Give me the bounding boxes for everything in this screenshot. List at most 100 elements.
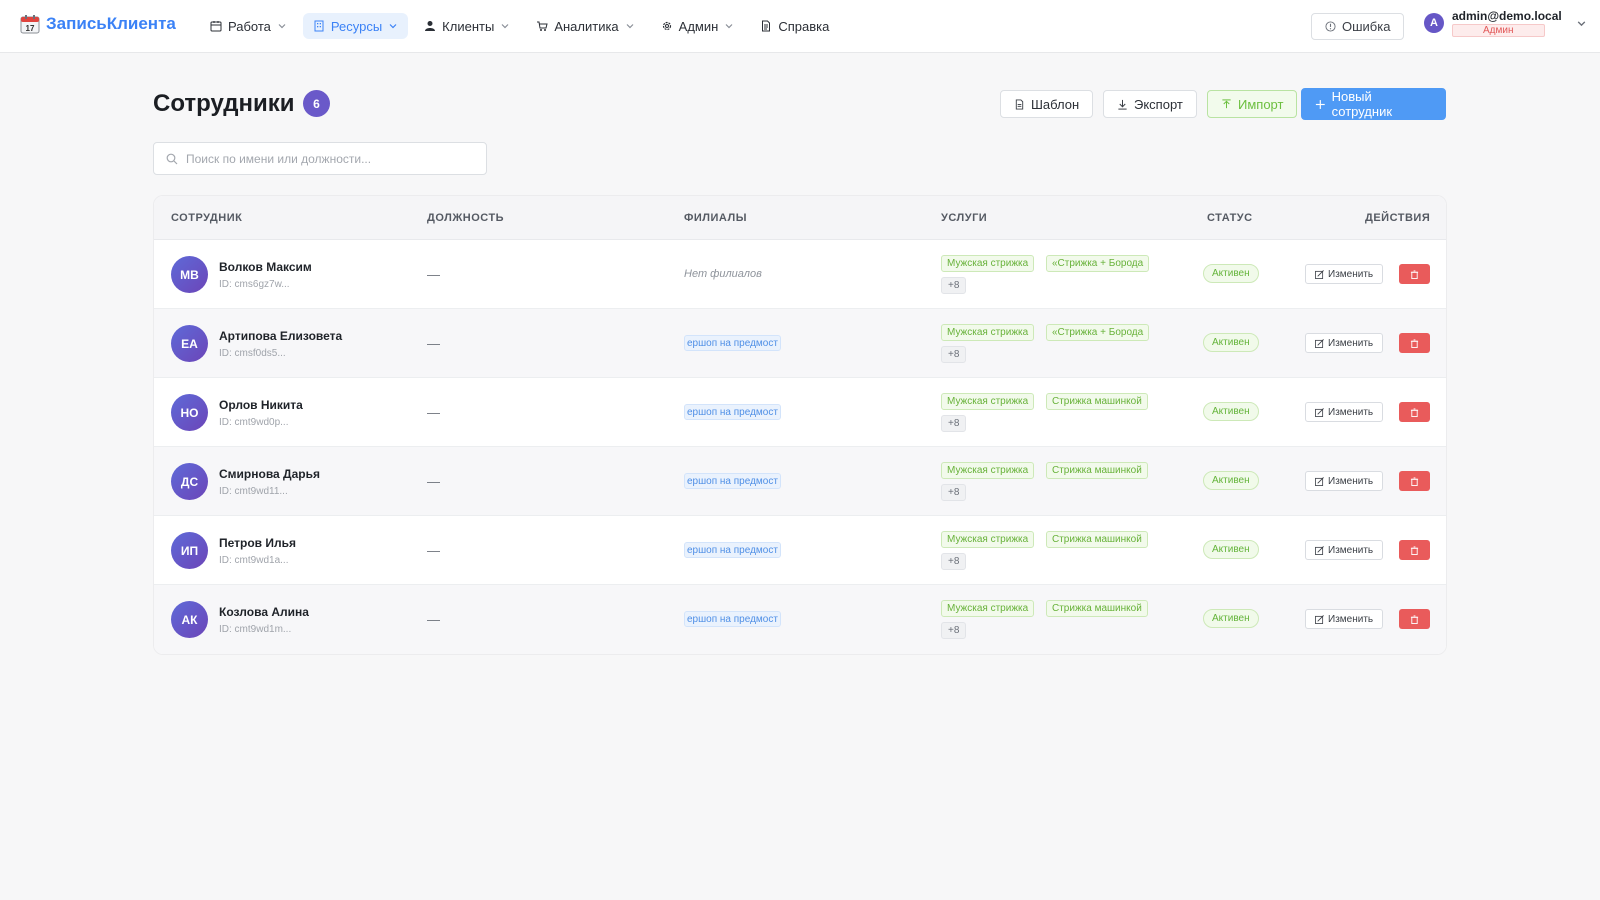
employee-position: —: [427, 267, 440, 282]
branch-tag: ершоп на предмост: [684, 473, 781, 489]
table-row[interactable]: АК Козлова Алина ID: cmt9wd1m... — ершоп…: [154, 585, 1446, 654]
chevron-down-icon: [626, 24, 634, 29]
search-box[interactable]: [153, 142, 487, 175]
nav-item-resources[interactable]: Ресурсы: [302, 13, 409, 39]
template-button[interactable]: Шаблон: [1000, 90, 1094, 118]
table-row[interactable]: ДС Смирнова Дарья ID: cmt9wd11... — ершо…: [154, 447, 1446, 516]
nav-item-label: Клиенты: [442, 18, 495, 34]
delete-button[interactable]: [1399, 609, 1430, 629]
column-header-actions: ДЕЙСТВИЯ: [1365, 212, 1431, 224]
employee-position: —: [427, 336, 440, 351]
user-role-badge: Админ: [1452, 24, 1545, 37]
edit-button[interactable]: Изменить: [1305, 540, 1384, 560]
employee-id: ID: cmt9wd11...: [219, 486, 288, 497]
table-row[interactable]: МВ Волков Максим ID: cms6gz7w... — Нет ф…: [154, 240, 1446, 309]
gear-icon: [662, 21, 671, 31]
service-tag: Мужская стрижка: [941, 600, 1035, 617]
nav-item-label: Аналитика: [554, 18, 619, 34]
trash-icon: [1410, 545, 1419, 555]
column-header-services[interactable]: УСЛУГИ: [941, 212, 987, 224]
edit-button[interactable]: Изменить: [1305, 402, 1384, 422]
services-more-badge[interactable]: +8: [941, 346, 967, 363]
employee-position: —: [427, 543, 440, 558]
branch-tag: ершоп на предмост: [684, 542, 781, 558]
document-icon: [762, 20, 771, 32]
avatar: НО: [171, 394, 208, 431]
search-icon: [166, 153, 178, 164]
nav-item-admin[interactable]: Админ: [651, 13, 745, 39]
nav-item-label: Ресурсы: [330, 18, 383, 34]
column-header-employee[interactable]: СОТРУДНИК: [171, 212, 242, 224]
nav-item-work[interactable]: Работа: [200, 13, 297, 39]
delete-button[interactable]: [1399, 264, 1430, 284]
column-header-position[interactable]: ДОЛЖНОСТЬ: [427, 212, 504, 224]
employee-name: Козлова Алина: [219, 605, 309, 619]
template-button-label: Шаблон: [1031, 96, 1080, 112]
delete-button[interactable]: [1399, 402, 1430, 422]
services-more-badge[interactable]: +8: [941, 277, 967, 294]
employees-table: СОТРУДНИК ДОЛЖНОСТЬ ФИЛИАЛЫ УСЛУГИ СТАТУ…: [153, 195, 1447, 655]
table-row[interactable]: ЕА Артипова Елизовета ID: cmsf0ds5... — …: [154, 309, 1446, 378]
edit-icon: [1315, 269, 1324, 279]
user-menu[interactable]: A admin@demo.local Админ: [1424, 9, 1587, 37]
edit-icon: [1315, 614, 1324, 624]
employee-id: ID: cmsf0ds5...: [219, 348, 286, 359]
alert-circle-icon: [1325, 21, 1336, 32]
avatar: ИП: [171, 532, 208, 569]
nav-item-analytics[interactable]: Аналитика: [526, 13, 644, 39]
edit-button[interactable]: Изменить: [1305, 333, 1384, 353]
branch-tag: ершоп на предмост: [684, 404, 781, 420]
status-badge: Активен: [1203, 540, 1259, 559]
main-nav: Работа Ресурсы Клиенты Аналитика Админ С…: [200, 13, 839, 39]
top-navbar: 17 ЗаписьКлиента Работа Ресурсы Клиенты …: [0, 0, 1600, 53]
service-tag: Стрижка машинкой: [1046, 393, 1148, 410]
avatar: МВ: [171, 256, 208, 293]
nav-item-help[interactable]: Справка: [750, 13, 839, 39]
export-button[interactable]: Экспорт: [1103, 90, 1197, 118]
plus-icon: [1315, 99, 1325, 109]
service-tag: Мужская стрижка: [941, 324, 1035, 341]
table-row[interactable]: ИП Петров Илья ID: cmt9wd1a... — ершоп н…: [154, 516, 1446, 585]
service-tag: Стрижка машинкой: [1046, 600, 1148, 617]
employee-name: Волков Максим: [219, 260, 312, 274]
delete-button[interactable]: [1399, 540, 1430, 560]
import-button[interactable]: Импорт: [1207, 90, 1298, 118]
table-row[interactable]: НО Орлов Никита ID: cmt9wd0p... — ершоп …: [154, 378, 1446, 447]
services-more-badge[interactable]: +8: [941, 415, 967, 432]
calendar-icon: [210, 21, 222, 32]
chevron-down-icon: [389, 24, 397, 29]
edit-button[interactable]: Изменить: [1305, 609, 1384, 629]
services-more-badge[interactable]: +8: [941, 622, 967, 639]
cart-icon: [537, 21, 548, 31]
search-input[interactable]: [186, 151, 476, 166]
edit-button[interactable]: Изменить: [1305, 264, 1384, 284]
employee-position: —: [427, 612, 440, 627]
delete-button[interactable]: [1399, 471, 1430, 491]
employee-id: ID: cmt9wd0p...: [219, 417, 289, 428]
edit-button-label: Изменить: [1328, 613, 1374, 625]
service-tag: «Стрижка + Борода: [1046, 255, 1150, 272]
error-button[interactable]: Ошибка: [1311, 13, 1405, 40]
trash-icon: [1410, 269, 1419, 279]
column-header-branches[interactable]: ФИЛИАЛЫ: [684, 212, 747, 224]
service-tag: Мужская стрижка: [941, 393, 1035, 410]
edit-button-label: Изменить: [1328, 268, 1374, 280]
avatar: АК: [171, 601, 208, 638]
new-employee-button-label: Новый сотрудник: [1331, 89, 1393, 119]
branch-tag: ершоп на предмост: [684, 335, 781, 351]
edit-button[interactable]: Изменить: [1305, 471, 1384, 491]
column-header-status[interactable]: СТАТУС: [1207, 212, 1253, 224]
trash-icon: [1410, 476, 1419, 486]
edit-button-label: Изменить: [1328, 406, 1374, 418]
upload-icon: [1222, 98, 1231, 108]
nav-item-clients[interactable]: Клиенты: [414, 13, 520, 39]
services-more-badge[interactable]: +8: [941, 553, 967, 570]
new-employee-button[interactable]: Новый сотрудник: [1301, 88, 1446, 120]
service-tag: Мужская стрижка: [941, 531, 1035, 548]
employee-count-badge: 6: [303, 90, 330, 117]
services-more-badge[interactable]: +8: [941, 484, 967, 501]
delete-button[interactable]: [1399, 333, 1430, 353]
edit-icon: [1315, 338, 1324, 348]
service-tag: «Стрижка + Борода: [1046, 324, 1150, 341]
brand-logo[interactable]: 17 ЗаписьКлиента: [20, 14, 176, 34]
